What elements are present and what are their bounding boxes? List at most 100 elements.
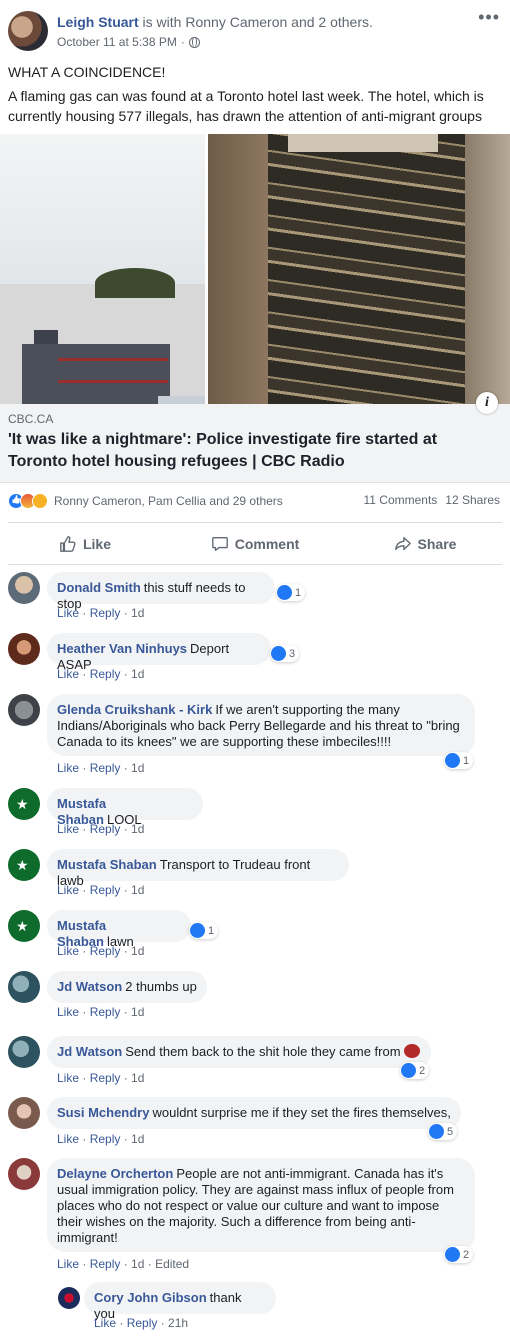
like-button[interactable]: Like [0, 526, 170, 562]
comments-count[interactable]: 11 Comments [363, 493, 437, 507]
commenter-avatar[interactable] [8, 971, 40, 1003]
share-button[interactable]: Share [340, 526, 510, 562]
commenter-avatar[interactable] [58, 1287, 80, 1309]
comment-age[interactable]: 1d [131, 883, 144, 897]
like-label: Like [82, 536, 111, 552]
comment-reaction-count[interactable]: 1 [444, 752, 474, 769]
comment-actions: Like · Reply · 1d [57, 1005, 145, 1019]
comment-edited[interactable]: Edited [155, 1257, 189, 1271]
tagged-with-text[interactable]: is with Ronny Cameron and 2 others. [139, 14, 373, 30]
comment-text: 2 thumbs up [125, 979, 197, 994]
comment-age[interactable]: 1d [131, 667, 144, 681]
commenter-name[interactable]: Mustafa Shaban [57, 857, 157, 872]
comment-button[interactable]: Comment [170, 526, 340, 562]
comment-bubble: Jd Watson 2 thumbs up [47, 971, 207, 1003]
more-options-icon[interactable]: ••• [478, 8, 500, 26]
comment-age[interactable]: 1d [131, 1257, 144, 1271]
commenter-avatar[interactable] [8, 1036, 40, 1068]
commenter-name[interactable]: Jd Watson [57, 979, 122, 994]
comment-reply-link[interactable]: Reply [90, 1257, 121, 1271]
reaction-count: 3 [289, 647, 296, 660]
commenter-avatar[interactable] [8, 633, 40, 665]
comment-label: Comment [234, 536, 300, 552]
comment-reaction-count[interactable]: 2 [400, 1062, 430, 1079]
comment-like-link[interactable]: Like [57, 606, 79, 620]
hotel-exterior-image[interactable] [0, 134, 205, 404]
commenter-avatar[interactable] [8, 1097, 40, 1129]
commenter-name[interactable]: Susi Mchendry [57, 1105, 149, 1120]
hotel-hallway-image[interactable] [208, 134, 510, 404]
comment-bubble: Cory John Gibson thank you [84, 1282, 276, 1321]
like-reaction-icon [401, 1063, 416, 1078]
comment-reply-link[interactable]: Reply [90, 822, 121, 836]
post-timestamp[interactable]: October 11 at 5:38 PM [57, 35, 177, 49]
comment-like-link[interactable]: Like [57, 761, 79, 775]
image-building [22, 344, 170, 404]
commenter-name[interactable]: Donald Smith [57, 580, 141, 595]
link-title[interactable]: 'It was like a nightmare': Police invest… [8, 429, 488, 473]
comment-reply-link[interactable]: Reply [90, 1005, 121, 1019]
commenter-avatar[interactable] [8, 1158, 40, 1190]
image-tree [95, 268, 175, 298]
comment-reply-link[interactable]: Reply [127, 1316, 158, 1330]
comment-like-link[interactable]: Like [57, 822, 79, 836]
commenter-name[interactable]: Cory John Gibson [94, 1290, 207, 1305]
commenter-avatar[interactable]: ★ [8, 910, 40, 942]
comment-reply-link[interactable]: Reply [90, 1132, 121, 1146]
star-crescent-icon: ★ [16, 796, 29, 812]
comment-like-link[interactable]: Like [94, 1316, 116, 1330]
comment-reaction-count[interactable]: 2 [444, 1246, 474, 1263]
comment-bubble: Donald Smith this stuff needs to stop [47, 572, 275, 611]
info-icon[interactable]: i [476, 392, 498, 414]
comment-like-link[interactable]: Like [57, 944, 79, 958]
comment-reaction-count[interactable]: 1 [189, 922, 219, 939]
commenter-avatar[interactable]: ★ [8, 849, 40, 881]
comment-reaction-count[interactable]: 5 [428, 1123, 458, 1140]
commenter-avatar[interactable]: ★ [8, 788, 40, 820]
comment-actions: Like · Reply · 1d [57, 761, 145, 775]
divider [8, 564, 502, 565]
comment-like-link[interactable]: Like [57, 1071, 79, 1085]
shares-count[interactable]: 12 Shares [445, 493, 500, 507]
comment-reply-link[interactable]: Reply [90, 761, 121, 775]
engagement-counts: 11 Comments 12 Shares [363, 493, 500, 507]
comment-reaction-count[interactable]: 3 [270, 645, 300, 662]
comment-reply-link[interactable]: Reply [90, 1071, 121, 1085]
link-preview[interactable]: CBC.CA 'It was like a nightmare': Police… [0, 404, 510, 483]
comment-reply-link[interactable]: Reply [90, 944, 121, 958]
reaction-summary[interactable]: Ronny Cameron, Pam Cellia and 29 others [8, 493, 283, 509]
comment-like-link[interactable]: Like [57, 1005, 79, 1019]
comment-age[interactable]: 1d [131, 1132, 144, 1146]
author-avatar[interactable] [8, 11, 48, 51]
commenter-name[interactable]: Heather Van Ninhuys [57, 641, 187, 656]
commenter-name[interactable]: Glenda Cruikshank - Kirk [57, 702, 212, 717]
comment-like-link[interactable]: Like [57, 667, 79, 681]
like-reaction-icon [445, 753, 460, 768]
comment-like-link[interactable]: Like [57, 883, 79, 897]
link-domain: CBC.CA [8, 412, 54, 426]
comment-age[interactable]: 21h [168, 1316, 188, 1330]
comment-age[interactable]: 1d [131, 1005, 144, 1019]
comment-age[interactable]: 1d [131, 606, 144, 620]
star-crescent-icon: ★ [16, 918, 29, 934]
comment-bubble: Mustafa Shaban LOOL [47, 788, 203, 827]
comment-age[interactable]: 1d [131, 761, 144, 775]
commenter-avatar[interactable] [8, 694, 40, 726]
commenter-name[interactable]: Delayne Orcherton [57, 1166, 173, 1181]
commenter-name[interactable]: Jd Watson [57, 1044, 122, 1059]
commenter-avatar[interactable] [8, 572, 40, 604]
comment-reply-link[interactable]: Reply [90, 606, 121, 620]
comment-like-link[interactable]: Like [57, 1257, 79, 1271]
comment-age[interactable]: 1d [131, 1071, 144, 1085]
comment-actions: Like · Reply · 1d [57, 606, 145, 620]
comment-reply-link[interactable]: Reply [90, 883, 121, 897]
comment-age[interactable]: 1d [131, 822, 144, 836]
comment-reply-link[interactable]: Reply [90, 667, 121, 681]
author-name[interactable]: Leigh Stuart [57, 14, 139, 30]
thumbs-up-icon [60, 536, 76, 552]
reactors-text[interactable]: Ronny Cameron, Pam Cellia and 29 others [54, 494, 283, 508]
comment-text: Send them back to the shit hole they cam… [125, 1044, 401, 1059]
comment-reaction-count[interactable]: 1 [276, 584, 306, 601]
comment-like-link[interactable]: Like [57, 1132, 79, 1146]
comment-age[interactable]: 1d [131, 944, 144, 958]
